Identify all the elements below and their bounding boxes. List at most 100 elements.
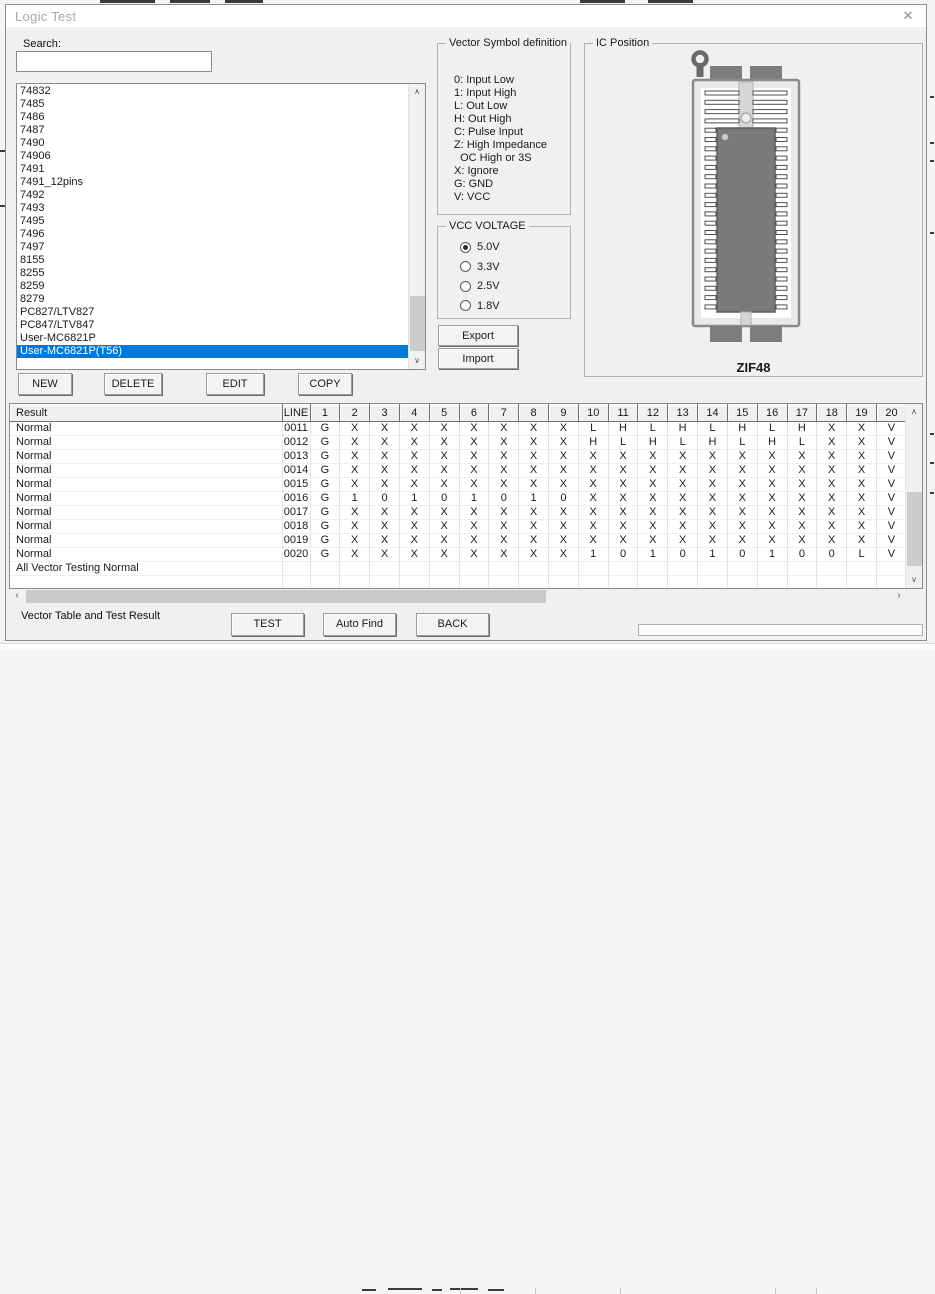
table-row[interactable]: Normal0020GXXXXXXXX101010100LV	[10, 548, 907, 562]
column-header-pin[interactable]: 19	[847, 405, 877, 422]
list-item[interactable]: 7487	[17, 124, 408, 137]
cell-result	[10, 576, 282, 589]
column-header-pin[interactable]: 9	[549, 405, 579, 422]
vcc-option-2.5V[interactable]: 2.5V	[460, 279, 500, 293]
cell-pin: X	[727, 464, 757, 478]
list-item[interactable]: PC827/LTV827	[17, 306, 408, 319]
column-header-pin[interactable]: 20	[876, 405, 906, 422]
scroll-right-icon[interactable]: ›	[891, 589, 907, 604]
table-empty-row[interactable]	[10, 576, 907, 589]
list-item[interactable]: 7491_12pins	[17, 176, 408, 189]
result-table[interactable]: ResultLINE123456789101112131415161718192…	[10, 404, 907, 589]
cell-pin	[847, 562, 877, 576]
logic-test-dialog: Logic Test ✕ Search: 7483274857486748774…	[5, 4, 927, 641]
table-hscrollbar[interactable]: ‹ ›	[9, 589, 923, 604]
list-item[interactable]: 7485	[17, 98, 408, 111]
table-row[interactable]: Normal0018GXXXXXXXXXXXXXXXXXXV	[10, 520, 907, 534]
edit-button[interactable]: EDIT	[206, 373, 264, 395]
cell-pin: X	[817, 464, 847, 478]
search-input[interactable]	[16, 51, 212, 72]
radio-icon[interactable]	[460, 242, 471, 253]
list-item[interactable]: User-MC6821P	[17, 332, 408, 345]
table-row[interactable]: Normal0014GXXXXXXXXXXXXXXXXXXV	[10, 464, 907, 478]
radio-icon[interactable]	[460, 261, 471, 272]
cell-pin: X	[817, 450, 847, 464]
symbol-line: Z: High Impedance	[454, 139, 547, 152]
list-item[interactable]: 8155	[17, 254, 408, 267]
close-icon[interactable]: ✕	[898, 7, 918, 25]
list-item[interactable]: 8259	[17, 280, 408, 293]
column-header-pin[interactable]: 3	[370, 405, 400, 422]
new-button[interactable]: NEW	[18, 373, 72, 395]
cell-pin	[459, 562, 489, 576]
table-row[interactable]: Normal0019GXXXXXXXXXXXXXXXXXXV	[10, 534, 907, 548]
list-item[interactable]: 7491	[17, 163, 408, 176]
column-header-pin[interactable]: 13	[668, 405, 698, 422]
table-row[interactable]: Normal0017GXXXXXXXXXXXXXXXXXXV	[10, 506, 907, 520]
list-item[interactable]: User-MC6821P(T56)	[17, 345, 408, 358]
delete-button[interactable]: DELETE	[104, 373, 162, 395]
scroll-thumb[interactable]	[907, 492, 922, 566]
table-footer-row[interactable]: All Vector Testing Normal	[10, 562, 907, 576]
column-header-pin[interactable]: 7	[489, 405, 519, 422]
scroll-thumb[interactable]	[410, 296, 425, 351]
scroll-up-icon[interactable]: ∧	[906, 404, 922, 420]
column-header-result[interactable]: Result	[10, 405, 282, 422]
chip-list[interactable]: 7483274857486748774907490674917491_12pin…	[16, 83, 426, 370]
list-item[interactable]: 8279	[17, 293, 408, 306]
scroll-down-icon[interactable]: ∨	[906, 572, 922, 588]
export-button[interactable]: Export	[438, 325, 518, 346]
table-row[interactable]: Normal0016G10101010XXXXXXXXXXV	[10, 492, 907, 506]
scroll-thumb[interactable]	[26, 590, 546, 603]
list-item[interactable]: PC847/LTV847	[17, 319, 408, 332]
column-header-line[interactable]: LINE	[282, 405, 310, 422]
auto-find-button[interactable]: Auto Find	[323, 613, 396, 636]
vcc-option-1.8V[interactable]: 1.8V	[460, 299, 500, 313]
column-header-pin[interactable]: 14	[698, 405, 728, 422]
column-header-pin[interactable]: 15	[727, 405, 757, 422]
table-row[interactable]: Normal0012GXXXXXXXXHLHLHLHLXXV	[10, 436, 907, 450]
table-row[interactable]: Normal0015GXXXXXXXXXXXXXXXXXXV	[10, 478, 907, 492]
list-item[interactable]: 7496	[17, 228, 408, 241]
chip-list-scrollbar[interactable]: ∧ ∨	[408, 84, 425, 369]
radio-icon[interactable]	[460, 300, 471, 311]
table-vscrollbar[interactable]: ∧ ∨	[905, 404, 922, 588]
cell-pin: X	[340, 450, 370, 464]
test-button[interactable]: TEST	[231, 613, 304, 636]
list-item[interactable]: 7492	[17, 189, 408, 202]
column-header-pin[interactable]: 10	[578, 405, 608, 422]
copy-button[interactable]: COPY	[298, 373, 352, 395]
column-header-pin[interactable]: 2	[340, 405, 370, 422]
column-header-pin[interactable]: 17	[787, 405, 817, 422]
column-header-pin[interactable]: 18	[817, 405, 847, 422]
scroll-down-icon[interactable]: ∨	[409, 353, 425, 369]
column-header-pin[interactable]: 12	[638, 405, 668, 422]
list-item[interactable]: 7495	[17, 215, 408, 228]
column-header-pin[interactable]: 8	[519, 405, 549, 422]
column-header-pin[interactable]: 1	[310, 405, 340, 422]
import-button[interactable]: Import	[438, 348, 518, 369]
vcc-option-3.3V[interactable]: 3.3V	[460, 260, 500, 274]
radio-icon[interactable]	[460, 281, 471, 292]
back-button[interactable]: BACK	[416, 613, 489, 636]
list-item[interactable]: 7497	[17, 241, 408, 254]
table-row[interactable]: Normal0013GXXXXXXXXXXXXXXXXXXV	[10, 450, 907, 464]
scroll-left-icon[interactable]: ‹	[9, 589, 25, 604]
vector-symbol-title: Vector Symbol definition	[446, 37, 570, 49]
list-item[interactable]: 74832	[17, 85, 408, 98]
list-item[interactable]: 7486	[17, 111, 408, 124]
column-header-pin[interactable]: 4	[399, 405, 429, 422]
column-header-pin[interactable]: 11	[608, 405, 638, 422]
symbol-line: H: Out High	[454, 113, 547, 126]
list-item[interactable]: 7493	[17, 202, 408, 215]
list-item[interactable]: 8255	[17, 267, 408, 280]
column-header-pin[interactable]: 6	[459, 405, 489, 422]
vcc-option-5.0V[interactable]: 5.0V	[460, 240, 500, 254]
column-header-pin[interactable]: 16	[757, 405, 787, 422]
column-header-pin[interactable]: 5	[429, 405, 459, 422]
list-item[interactable]: 7490	[17, 137, 408, 150]
cell-line: 0018	[282, 520, 310, 534]
scroll-up-icon[interactable]: ∧	[409, 84, 425, 100]
table-row[interactable]: Normal0011GXXXXXXXXLHLHLHLHXXV	[10, 422, 907, 436]
list-item[interactable]: 74906	[17, 150, 408, 163]
